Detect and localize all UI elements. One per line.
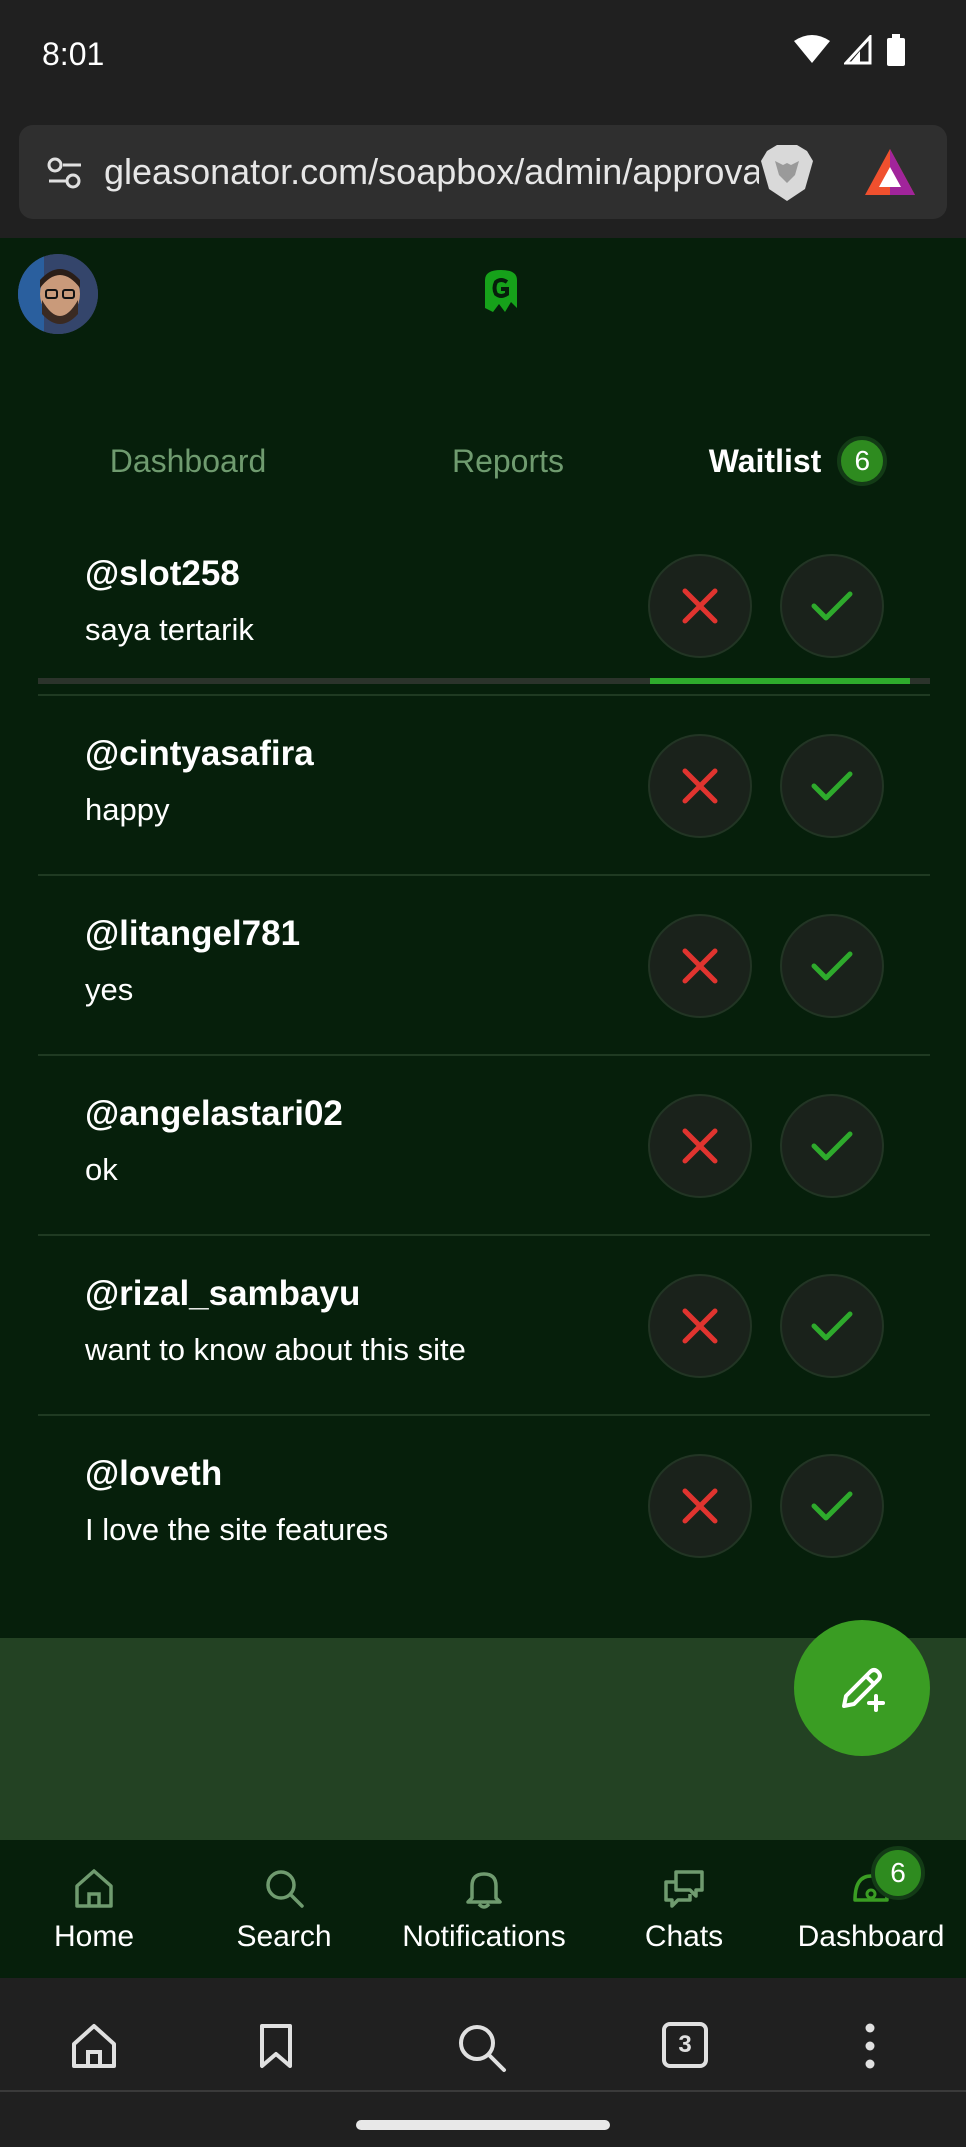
url-bar[interactable]: gleasonator.com/soapbox/admin/approval xyxy=(19,125,947,219)
approve-button[interactable] xyxy=(780,734,884,838)
close-icon xyxy=(682,948,718,984)
browser-home-icon[interactable] xyxy=(70,2022,118,2070)
check-icon xyxy=(811,771,853,801)
reject-button[interactable] xyxy=(648,1274,752,1378)
nav-home[interactable]: Home xyxy=(24,1840,164,1978)
nav-chats[interactable]: Chats xyxy=(614,1840,754,1978)
bell-icon xyxy=(466,1872,502,1909)
tab-dashboard[interactable]: Dashboard xyxy=(78,406,298,516)
check-icon xyxy=(811,951,853,981)
waitlist-username: @cintyasafira xyxy=(85,734,314,773)
avatar[interactable] xyxy=(18,254,98,334)
waitlist-reason: I love the site features xyxy=(85,1512,389,1547)
approve-button[interactable] xyxy=(780,1094,884,1198)
nav-home-label: Home xyxy=(53,1920,135,1953)
approve-button[interactable] xyxy=(780,1454,884,1558)
tab-reports-label: Reports xyxy=(451,442,565,479)
waitlist-reason: happy xyxy=(85,792,170,827)
nav-dashboard[interactable]: 6 Dashboard xyxy=(796,1840,946,1978)
tab-dashboard-label: Dashboard xyxy=(109,442,267,479)
waitlist-reason: ok xyxy=(85,1152,118,1187)
waitlist-count-badge: 6 xyxy=(837,436,888,486)
app-main: Dashboard Reports Waitlist 6 @slot258 sa… xyxy=(0,238,966,1638)
waitlist-username: @angelastari02 xyxy=(85,1094,343,1133)
close-icon xyxy=(682,1128,718,1164)
close-icon xyxy=(682,1308,718,1344)
tab-waitlist-label: Waitlist xyxy=(708,442,822,479)
tab-reports[interactable]: Reports xyxy=(398,406,618,516)
waitlist-reason: want to know about this site xyxy=(85,1332,466,1367)
waitlist-row: @rizal_sambayu want to know about this s… xyxy=(38,1236,930,1416)
site-settings-icon[interactable] xyxy=(45,153,85,193)
brave-shields-icon[interactable] xyxy=(759,143,815,203)
nav-notifications-label: Notifications xyxy=(402,1920,566,1953)
waitlist-row: @angelastari02 ok xyxy=(38,1056,930,1236)
browser-bottom-toolbar: 3 xyxy=(0,1978,966,2147)
nav-dashboard-label: Dashboard xyxy=(797,1920,945,1953)
check-icon xyxy=(811,1131,853,1161)
approve-button[interactable] xyxy=(780,554,884,658)
waitlist-reason: saya tertarik xyxy=(85,612,254,647)
approve-button[interactable] xyxy=(780,1274,884,1378)
avatar-image xyxy=(18,254,98,334)
nav-chats-label: Chats xyxy=(644,1920,724,1953)
wifi-icon xyxy=(794,35,830,63)
search-icon xyxy=(266,1870,304,1908)
url-text[interactable]: gleasonator.com/soapbox/admin/approval xyxy=(104,151,759,195)
home-icon xyxy=(75,1869,113,1908)
check-icon xyxy=(811,1491,853,1521)
more-options-icon[interactable] xyxy=(860,2022,880,2070)
check-icon xyxy=(811,1311,853,1341)
dashboard-count-badge: 6 xyxy=(871,1846,925,1900)
waitlist-reason: yes xyxy=(85,972,134,1007)
tab-switcher-button[interactable]: 3 xyxy=(662,2022,708,2068)
nav-search[interactable]: Search xyxy=(214,1840,354,1978)
waitlist-username: @slot258 xyxy=(85,554,240,593)
reject-button[interactable] xyxy=(648,1454,752,1558)
waitlist-row: @litangel781 yes xyxy=(38,876,930,1056)
waitlist-username: @loveth xyxy=(85,1454,223,1493)
approve-button[interactable] xyxy=(780,914,884,1018)
waitlist-username: @litangel781 xyxy=(85,914,301,953)
waitlist-row: @loveth I love the site features xyxy=(38,1416,930,1596)
close-icon xyxy=(682,1488,718,1524)
check-icon xyxy=(811,591,853,621)
close-icon xyxy=(682,588,718,624)
waitlist-username: @rizal_sambayu xyxy=(85,1274,361,1313)
reject-button[interactable] xyxy=(648,1094,752,1198)
reject-button[interactable] xyxy=(648,554,752,658)
soapbox-logo-icon[interactable] xyxy=(483,268,519,314)
waitlist-row: @slot258 saya tertarik xyxy=(38,516,930,696)
waitlist-row: @cintyasafira happy xyxy=(38,696,930,876)
compose-icon xyxy=(842,1668,885,1712)
tab-waitlist[interactable]: Waitlist 6 xyxy=(678,406,918,516)
nav-search-label: Search xyxy=(236,1920,332,1953)
status-time: 8:01 xyxy=(42,36,105,72)
browser-search-icon[interactable] xyxy=(456,2022,508,2074)
toolbar-divider xyxy=(0,2090,966,2092)
reject-button[interactable] xyxy=(648,914,752,1018)
chats-icon xyxy=(664,1870,704,1908)
battery-icon xyxy=(887,34,905,66)
gesture-home-indicator[interactable] xyxy=(356,2120,610,2130)
waitlist: @slot258 saya tertarik @cintyasafira hap… xyxy=(38,516,930,1596)
status-bar: 8:01 xyxy=(0,0,966,110)
bottom-navigation: Home Search Notifications Chats 6 Dashbo… xyxy=(0,1840,966,1978)
close-icon xyxy=(682,768,718,804)
browser-toolbar: gleasonator.com/soapbox/admin/approval xyxy=(0,110,966,238)
reject-button[interactable] xyxy=(648,734,752,838)
nav-notifications[interactable]: Notifications xyxy=(384,1840,584,1978)
compose-button[interactable] xyxy=(794,1620,930,1756)
brave-rewards-icon[interactable] xyxy=(863,147,917,197)
bookmark-icon[interactable] xyxy=(258,2022,294,2070)
signal-icon xyxy=(844,35,872,65)
status-icons xyxy=(794,34,906,66)
